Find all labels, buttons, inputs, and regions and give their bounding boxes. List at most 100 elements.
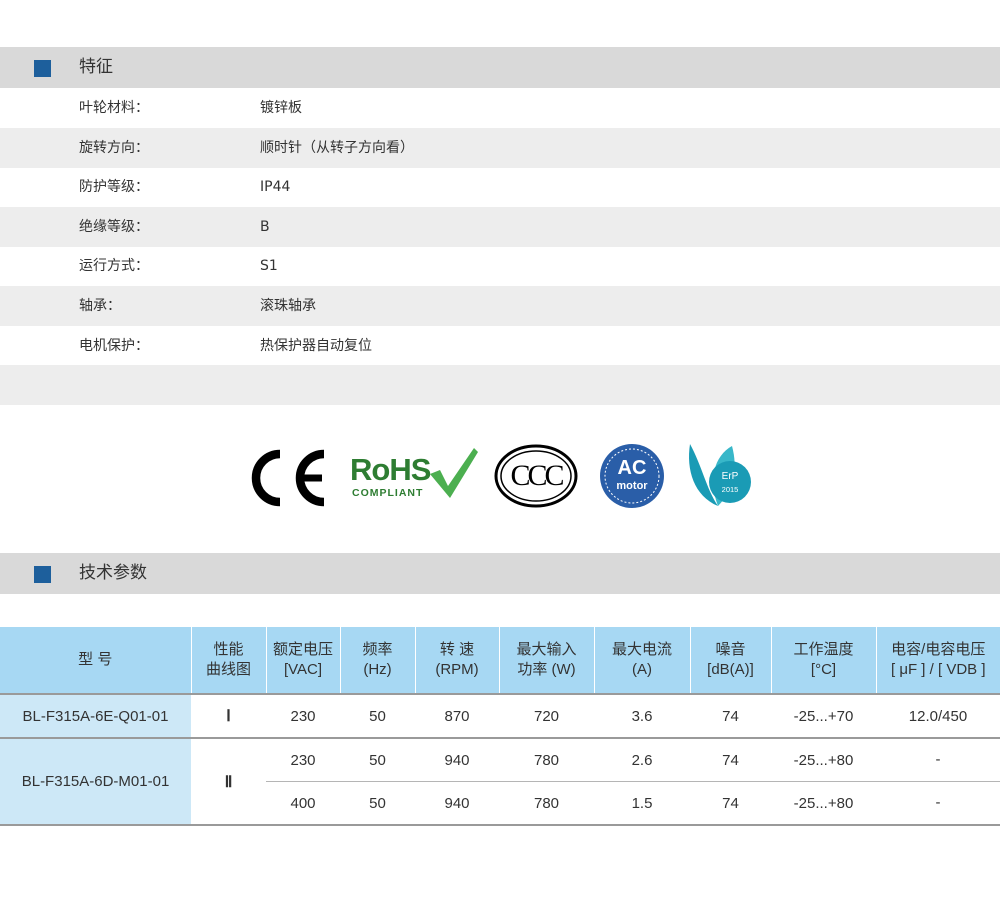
column-header: 电容/电容电压 [ μF ] / [ VDB ] bbox=[876, 627, 1000, 694]
ccc-text: CCC bbox=[510, 459, 564, 492]
features-footer-band bbox=[0, 365, 1000, 405]
temperature-cell: -25...+80 bbox=[771, 781, 876, 825]
table-row: BL-F315A-6D-M01-01 Ⅱ 230 50 940 780 2.6 74 -25..… bbox=[0, 737, 1000, 825]
ccc-logo: CCC bbox=[493, 443, 579, 509]
model-cell: BL-F315A-6D-M01-01 bbox=[0, 737, 191, 825]
frequency-cell: 50 bbox=[340, 781, 415, 825]
feature-value: 镀锌板 bbox=[260, 100, 302, 116]
voltage-cell: 230 bbox=[266, 693, 340, 738]
column-header-line1: 频率 bbox=[362, 641, 393, 658]
erp-year-text: 2015 bbox=[721, 485, 739, 494]
current-cell: 1.5 bbox=[594, 781, 690, 825]
feature-label: 防护等级： bbox=[79, 179, 149, 196]
curve-cell: Ⅱ bbox=[191, 737, 266, 825]
voltage-cell: 230 bbox=[266, 737, 340, 782]
column-header-line1: 性能 bbox=[213, 641, 244, 658]
feature-row: 轴承： 滚珠轴承 bbox=[0, 286, 1000, 326]
ac-text: AC bbox=[617, 457, 647, 479]
curve-cell: Ⅰ bbox=[191, 693, 266, 738]
column-header: 工作温度 [°C] bbox=[771, 627, 877, 694]
technical-header: 技术参数 bbox=[0, 553, 1000, 594]
column-header-line1: 最大输入 bbox=[516, 641, 577, 658]
technical-title: 技术参数 bbox=[79, 563, 147, 583]
column-header-line2: (Hz) bbox=[363, 661, 392, 678]
erp-logo: ErP 2015 bbox=[684, 440, 754, 512]
feature-row: 旋转方向： 顺时针（从转子方向看） bbox=[0, 127, 1000, 168]
feature-label: 叶轮材料： bbox=[79, 100, 149, 116]
rohs-text: RoHS bbox=[350, 452, 431, 487]
column-header-line2: 曲线图 bbox=[205, 661, 251, 678]
temperature-cell: -25...+80 bbox=[771, 737, 876, 782]
rohs-logo: RoHS COMPLIANT bbox=[350, 440, 482, 510]
feature-label: 旋转方向： bbox=[79, 139, 149, 156]
table-header-row: 型 号性能 曲线图 额定电压 [VAC] 频率 (Hz) 转 速 (RPM) 最大输入 功率 (W… bbox=[0, 627, 1000, 694]
feature-value: B bbox=[260, 218, 270, 235]
column-header-line2: (RPM) bbox=[435, 661, 479, 678]
noise-cell: 74 bbox=[690, 737, 771, 782]
power-cell: 720 bbox=[499, 693, 594, 738]
voltage-cell: 400 bbox=[266, 781, 340, 825]
column-header-line2: [°C] bbox=[810, 661, 837, 678]
frequency-cell: 50 bbox=[340, 693, 415, 738]
column-header-line1: 额定电压 bbox=[272, 641, 333, 658]
spec-table: 型 号性能 曲线图 额定电压 [VAC] 频率 (Hz) 转 速 (RPM) 最大输入 功率 (W… bbox=[0, 627, 1000, 826]
feature-row: 运行方式： S1 bbox=[0, 246, 1000, 286]
noise-cell: 74 bbox=[690, 781, 771, 825]
feature-label: 电机保护： bbox=[79, 337, 149, 354]
current-cell: 2.6 bbox=[594, 737, 690, 782]
feature-value: 滚珠轴承 bbox=[260, 298, 316, 314]
speed-cell: 940 bbox=[415, 781, 499, 825]
column-header-line2: [ μF ] / [ VDB ] bbox=[891, 661, 986, 678]
feature-label: 轴承： bbox=[79, 298, 121, 314]
frequency-cell: 50 bbox=[340, 737, 415, 782]
column-header-line1: 型 号 bbox=[78, 651, 113, 668]
model-cell: BL-F315A-6E-Q01-01 bbox=[0, 693, 191, 738]
feature-row: 叶轮材料： 镀锌板 bbox=[0, 88, 1000, 128]
column-header-line1: 电容/电容电压 bbox=[891, 641, 986, 658]
column-header: 型 号 bbox=[0, 627, 192, 694]
power-cell: 780 bbox=[499, 737, 594, 782]
speed-cell: 940 bbox=[415, 737, 499, 782]
column-header-line1: 工作温度 bbox=[793, 641, 854, 658]
column-header: 转 速 (RPM) bbox=[415, 627, 500, 694]
column-header: 最大输入功率 (W) bbox=[499, 627, 595, 694]
section-marker-icon bbox=[34, 60, 51, 77]
column-header-line2: 功率 (W) bbox=[517, 661, 576, 678]
temperature-cell: -25...+70 bbox=[771, 693, 876, 738]
column-header: 额定电压 [VAC] bbox=[266, 627, 341, 694]
column-header-line2: (A) bbox=[632, 661, 652, 678]
erp-text: ErP bbox=[721, 471, 739, 482]
checkmark-icon bbox=[430, 448, 478, 498]
capacitor-cell: - bbox=[876, 781, 1000, 825]
column-header-line1: 转 速 bbox=[439, 641, 475, 658]
motor-text: motor bbox=[616, 480, 648, 492]
speed-cell: 870 bbox=[415, 693, 499, 738]
feature-label: 运行方式： bbox=[79, 258, 149, 275]
column-header-line1: 最大电流 bbox=[611, 641, 672, 658]
section-marker-icon bbox=[34, 566, 51, 583]
noise-cell: 74 bbox=[690, 693, 771, 738]
ce-mark-icon bbox=[251, 449, 325, 507]
feature-value: 顺时针（从转子方向看） bbox=[260, 139, 414, 156]
certification-logos: RoHS COMPLIANT CCC AC motor ErP 2015 bbox=[0, 440, 1000, 515]
feature-row: 防护等级： IP44 bbox=[0, 167, 1000, 207]
spec-table-wrapper: 型 号性能 曲线图 额定电压 [VAC] 频率 (Hz) 转 速 (RPM) 最大输入 功率 (W… bbox=[0, 627, 1000, 826]
column-header: 性能 曲线图 bbox=[191, 627, 267, 694]
table-row: BL-F315A-6E-Q01-01 Ⅰ 230 50 870 720 3.6 74 -25..… bbox=[0, 693, 1000, 738]
features-header: 特征 bbox=[0, 47, 1000, 88]
feature-value: IP44 bbox=[260, 179, 291, 196]
feature-row: 电机保护： 热保护器自动复位 bbox=[0, 326, 1000, 366]
column-header-line1: 噪音 bbox=[715, 641, 746, 658]
column-header-line2: [dB(A)] bbox=[707, 661, 754, 678]
ac-motor-logo: AC motor bbox=[599, 443, 665, 509]
features-title: 特征 bbox=[79, 57, 113, 77]
column-header-line2: [VAC] bbox=[283, 661, 323, 678]
column-header: 最大电流 (A) bbox=[594, 627, 691, 694]
feature-value: 热保护器自动复位 bbox=[260, 337, 372, 354]
rohs-compliant-text: COMPLIANT bbox=[352, 487, 424, 499]
capacitor-cell: - bbox=[876, 737, 1000, 782]
column-header: 频率 (Hz) bbox=[340, 627, 416, 694]
feature-label: 绝缘等级： bbox=[79, 218, 149, 235]
feature-value: S1 bbox=[260, 258, 278, 275]
column-header: 噪音 [dB(A)] bbox=[690, 627, 772, 694]
